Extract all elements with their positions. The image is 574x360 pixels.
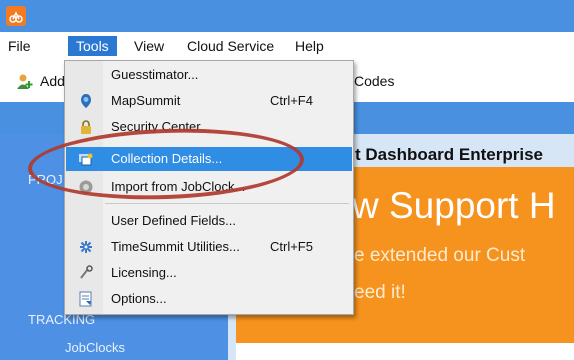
- lock-icon: [78, 119, 94, 135]
- options-icon: [78, 291, 94, 307]
- menu-tools[interactable]: Tools: [68, 36, 117, 56]
- menu-file[interactable]: File: [8, 38, 31, 54]
- sidebar-item-jobclocks[interactable]: JobClocks: [65, 340, 125, 355]
- banner-heading: w Support H: [352, 185, 556, 226]
- menu-bar: File Tools View Cloud Service Help: [0, 32, 574, 62]
- menu-item-shortcut: Ctrl+F4: [270, 93, 313, 108]
- menu-item-label: TimeSummit Utilities...: [111, 239, 240, 254]
- add-user-icon[interactable]: [16, 73, 34, 91]
- menu-separator: [105, 203, 349, 204]
- menu-item-timesummit-utilities[interactable]: TimeSummit Utilities... Ctrl+F5: [66, 235, 352, 259]
- codes-button[interactable]: Codes: [354, 73, 394, 89]
- app-logo-icon[interactable]: [6, 6, 26, 26]
- banner-text-line1: e extended our Cust: [354, 245, 526, 266]
- menu-item-licensing[interactable]: Licensing...: [66, 261, 352, 285]
- menu-item-label: Licensing...: [111, 265, 177, 280]
- menu-item-label: MapSummit: [111, 93, 181, 108]
- dashboard-title: t Dashboard Enterprise: [355, 145, 543, 164]
- menu-item-label: Options...: [111, 291, 167, 306]
- menu-help[interactable]: Help: [295, 38, 324, 54]
- content-panel: [236, 343, 574, 360]
- menu-view[interactable]: View: [134, 38, 164, 54]
- menu-item-label: User Defined Fields...: [111, 213, 236, 228]
- add-button[interactable]: Add: [40, 73, 65, 89]
- title-bar: [0, 0, 574, 32]
- menu-item-shortcut: Ctrl+F5: [270, 239, 313, 254]
- utilities-icon: [78, 239, 94, 255]
- menu-item-options[interactable]: Options...: [66, 287, 352, 311]
- map-pin-icon: [78, 93, 94, 109]
- menu-item-mapsummit[interactable]: MapSummit Ctrl+F4: [66, 89, 352, 113]
- menu-item-label: Guesstimator...: [111, 67, 199, 82]
- banner-text-line2: eed it!: [354, 282, 406, 303]
- license-icon: [78, 265, 94, 281]
- menu-item-user-defined-fields[interactable]: User Defined Fields...: [66, 209, 352, 233]
- menu-cloud-service[interactable]: Cloud Service: [187, 38, 274, 54]
- menu-item-guesstimator[interactable]: Guesstimator...: [66, 63, 352, 87]
